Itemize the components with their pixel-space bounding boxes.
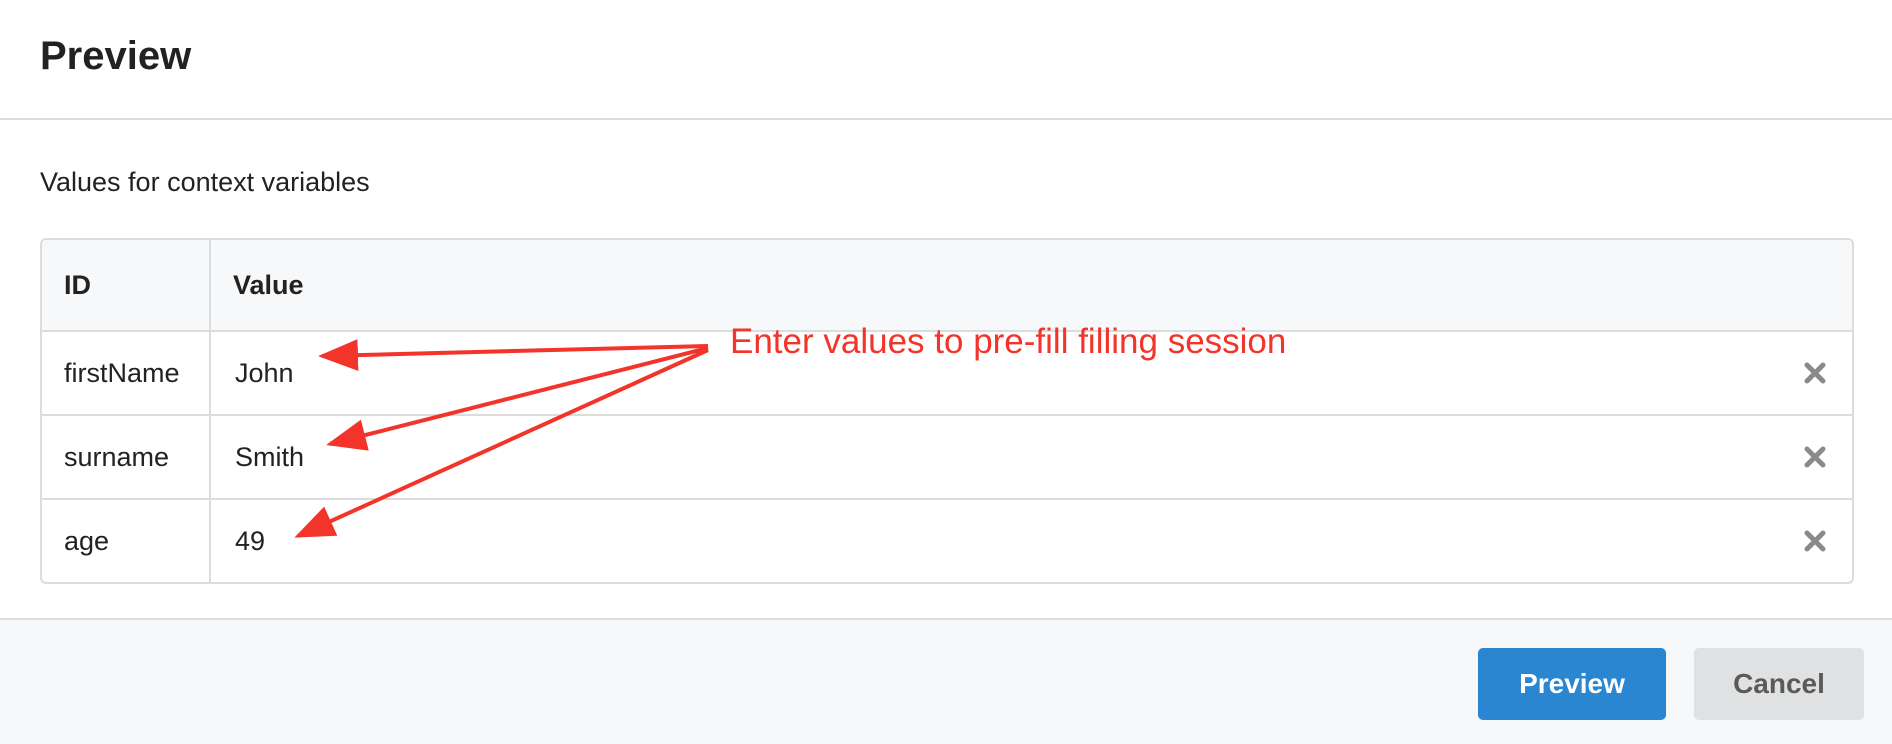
variable-id-cell: age	[42, 499, 211, 582]
variable-id-cell: surname	[42, 415, 211, 500]
table-row: age 49	[42, 499, 1852, 582]
context-variables-table: ID Value firstName John surname Smith ag…	[40, 238, 1854, 584]
dialog-footer: Preview Cancel	[0, 618, 1892, 744]
close-icon[interactable]	[1802, 528, 1828, 554]
column-header-id: ID	[42, 240, 211, 332]
variable-value-text[interactable]: John	[235, 358, 294, 388]
annotation-text: Enter values to pre-fill filling session	[730, 322, 1287, 361]
preview-dialog: Preview Values for context variables ID …	[0, 0, 1892, 744]
table-header-row: ID Value	[42, 240, 1852, 332]
variable-id-cell: firstName	[42, 331, 211, 416]
column-header-value: Value	[210, 240, 1852, 332]
close-icon[interactable]	[1802, 360, 1828, 386]
dialog-title: Preview	[40, 33, 192, 78]
table-row: surname Smith	[42, 415, 1852, 500]
variable-value-text[interactable]: 49	[235, 526, 265, 556]
section-label: Values for context variables	[40, 167, 370, 197]
close-icon[interactable]	[1802, 444, 1828, 470]
variable-value-cell[interactable]: 49	[210, 499, 1852, 582]
variable-value-text[interactable]: Smith	[235, 442, 304, 472]
preview-button[interactable]: Preview	[1478, 648, 1666, 720]
cancel-button[interactable]: Cancel	[1694, 648, 1864, 720]
dialog-header: Preview	[0, 0, 1892, 120]
variable-value-cell[interactable]: Smith	[210, 415, 1852, 500]
